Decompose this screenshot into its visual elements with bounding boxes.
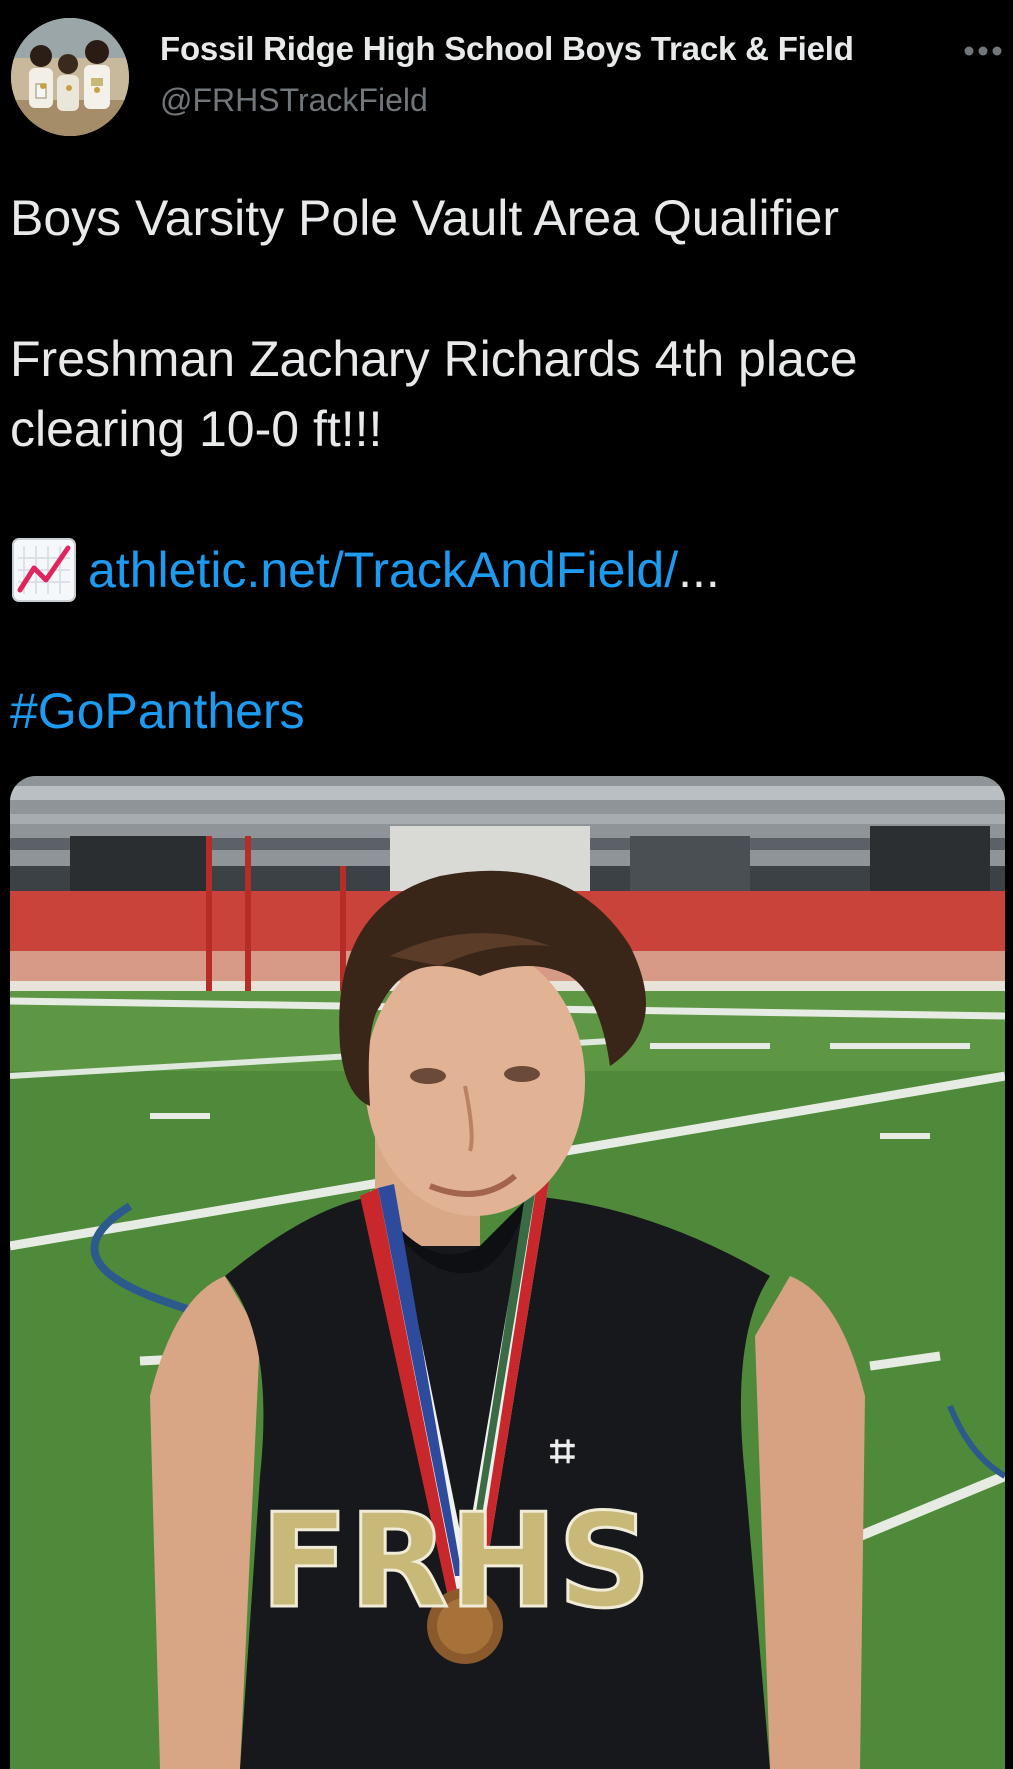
hashtag-gopanthers[interactable]: #GoPanthers: [10, 683, 305, 739]
link-ellipsis: ...: [678, 542, 720, 598]
chart-increasing-icon: [10, 536, 78, 604]
more-horizontal-icon: [964, 46, 1002, 56]
svg-text:⌗: ⌗: [550, 1426, 575, 1477]
tweet: Fossil Ridge High School Boys Track & Fi…: [0, 0, 1013, 1769]
tweet-line-title: Boys Varsity Pole Vault Area Qualifier: [10, 190, 840, 246]
tweet-line-height: clearing 10-0 ft!!!: [10, 401, 383, 457]
tweet-line-result: Freshman Zachary Richards 4th place: [10, 331, 858, 387]
avatar[interactable]: [11, 18, 129, 136]
athletic-net-link[interactable]: athletic.net/TrackAndField/: [88, 535, 678, 605]
tweet-photo[interactable]: FRHS ⌗: [10, 776, 1005, 1769]
jersey-lettering: FRHS: [260, 1485, 651, 1637]
tweet-text: Boys Varsity Pole Vault Area Qualifier F…: [10, 183, 1000, 746]
tweet-link-line: athletic.net/TrackAndField/...: [10, 535, 1000, 605]
more-options-button[interactable]: [960, 36, 1006, 66]
author-handle[interactable]: @FRHSTrackField: [160, 82, 428, 119]
team-avatar-photo-icon: [11, 18, 129, 136]
author-display-name[interactable]: Fossil Ridge High School Boys Track & Fi…: [160, 30, 854, 68]
athlete-photo: FRHS ⌗: [10, 776, 1005, 1769]
